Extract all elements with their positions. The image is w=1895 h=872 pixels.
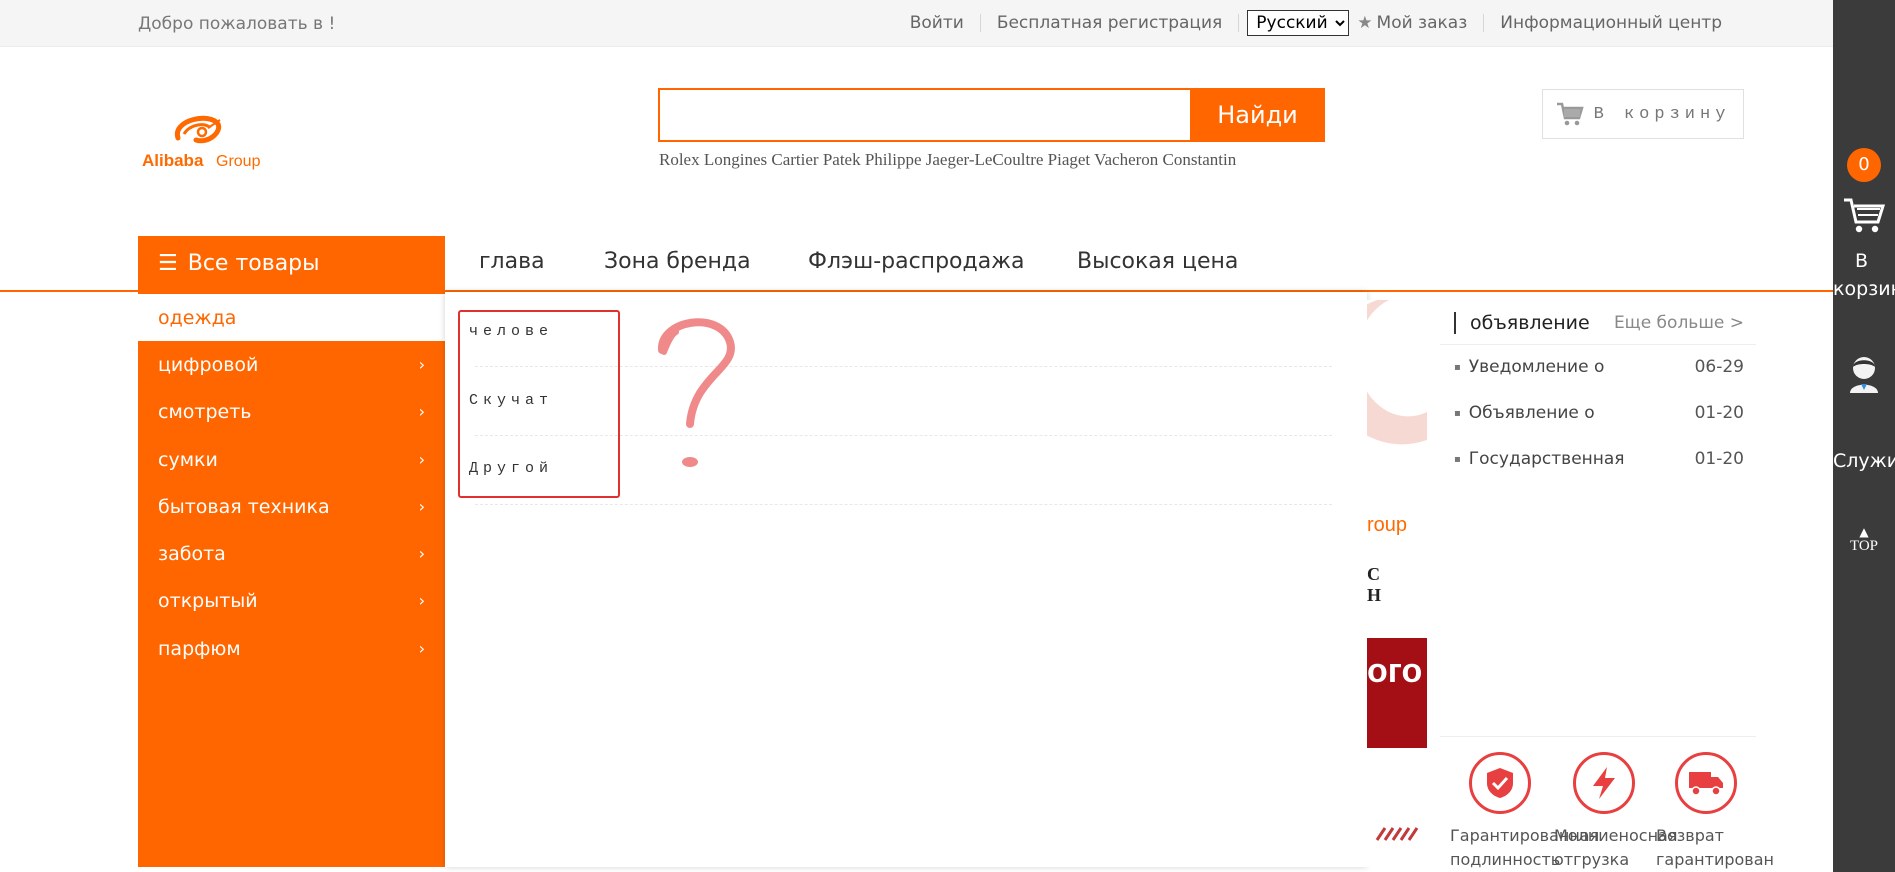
register-link[interactable]: Бесплатная регистрация	[981, 13, 1238, 33]
chevron-right-icon: ›	[418, 591, 425, 610]
top-bar: Добро пожаловать в ! Войти Бесплатная ре…	[0, 0, 1833, 47]
service-label: отгрузка	[1554, 850, 1630, 869]
category-label: одежда	[158, 306, 237, 329]
notice-item-date: 01-20	[1694, 403, 1744, 423]
service-fast-shipping: Молниеносная отгрузка	[1554, 752, 1678, 872]
chevron-right-icon: ›	[418, 497, 425, 516]
cart-icon	[1556, 102, 1584, 126]
my-order-link[interactable]: Мой заказ	[1377, 13, 1484, 33]
service-label: гарантирован	[1656, 850, 1774, 869]
alibaba-logo[interactable]: Alibaba Group	[140, 110, 280, 172]
chevron-right-icon: ›	[418, 402, 425, 421]
category-item-care[interactable]: забота ›	[138, 530, 445, 577]
truck-icon	[1675, 752, 1737, 814]
cart-count-badge: 0	[1847, 148, 1881, 182]
notice-title: объявление	[1454, 312, 1590, 334]
banner-text: roup	[1367, 514, 1408, 536]
chevron-right-icon: ›	[418, 450, 425, 469]
info-center-link[interactable]: Информационный центр	[1484, 13, 1738, 33]
nav-item-home[interactable]: глава	[479, 249, 545, 274]
svg-text:Group: Group	[216, 153, 261, 170]
back-to-top-button[interactable]: ▲ TOP	[1849, 526, 1879, 555]
category-label: цифровой	[158, 353, 259, 376]
category-list: одежда цифровой › смотреть › сумки › быт…	[138, 292, 445, 867]
chevron-right-icon: ›	[418, 639, 425, 658]
all-goods-label: Все товары	[187, 250, 320, 276]
lightning-icon	[1573, 752, 1635, 814]
cart-button-label: В корзину	[1593, 104, 1731, 124]
subcategory-panel: челове Скучат Другой	[445, 292, 1367, 867]
category-label: открытый	[158, 589, 258, 612]
nav-item-high-price[interactable]: Высокая цена	[1077, 249, 1238, 274]
customer-service-icon	[1850, 357, 1878, 393]
sidebar-service-label: Служить	[1833, 450, 1895, 472]
notice-item-date: 01-20	[1694, 449, 1744, 469]
category-label: смотреть	[158, 400, 252, 423]
category-item-digital[interactable]: цифровой ›	[138, 341, 445, 388]
notice-item[interactable]: Государственная 01-20	[1454, 449, 1744, 469]
service-returns: Возврат гарантирован	[1656, 752, 1774, 872]
right-sidebar: 0 В корзину Служить ▲ TOP	[1833, 0, 1895, 872]
back-to-top-label: TOP	[1849, 538, 1879, 554]
service-label: Молниеносная	[1554, 826, 1678, 845]
category-item-bags[interactable]: сумки ›	[138, 436, 445, 483]
sidebar-service-button[interactable]	[1847, 354, 1881, 398]
category-label: сумки	[158, 448, 218, 471]
notice-panel: объявление Еще больше > Уведомление о 06…	[1440, 300, 1774, 869]
search-button[interactable]: Найди	[1190, 88, 1325, 142]
service-authenticity: Гарантированная подлинность	[1450, 752, 1600, 872]
hot-search-words[interactable]: Rolex Longines Cartier Patek Philippe Ja…	[659, 150, 1236, 170]
banner-text: ого	[1367, 652, 1423, 690]
cart-button[interactable]: В корзину	[1542, 89, 1744, 139]
notice-more-link[interactable]: Еще больше >	[1614, 313, 1744, 333]
divider	[1440, 736, 1756, 737]
divider	[1238, 14, 1240, 32]
notice-item[interactable]: Уведомление о 06-29	[1454, 357, 1744, 377]
sidebar-cart-label: корзину	[1833, 278, 1895, 300]
banner-text: С Н	[1367, 564, 1392, 605]
notice-item-text: Уведомление о	[1454, 357, 1605, 377]
category-item-appliances[interactable]: бытовая техника ›	[138, 483, 445, 530]
notice-item-date: 06-29	[1694, 357, 1744, 377]
shield-check-icon	[1469, 752, 1531, 814]
menu-icon: ☰	[158, 250, 178, 276]
notice-item-text: Государственная	[1454, 449, 1625, 469]
star-icon: ★	[1357, 13, 1373, 33]
search-input[interactable]	[658, 88, 1190, 142]
welcome-text: Добро пожаловать в !	[138, 14, 336, 34]
category-item-clothing[interactable]: одежда	[138, 294, 445, 341]
language-select[interactable]: Русский	[1247, 10, 1350, 36]
divider	[475, 504, 1332, 505]
category-label: забота	[158, 542, 226, 565]
service-label: подлинность	[1450, 850, 1561, 869]
category-item-perfume[interactable]: парфюм ›	[138, 625, 445, 672]
divider	[1440, 344, 1756, 345]
nav-item-brand-zone[interactable]: Зона бренда	[604, 249, 751, 274]
question-mark-annotation	[658, 318, 735, 467]
sidebar-cart-button[interactable]	[1842, 196, 1886, 240]
promo-banner[interactable]: roup С Н ого	[1367, 300, 1427, 867]
service-label: Гарантированная	[1450, 826, 1600, 845]
login-link[interactable]: Войти	[894, 13, 980, 33]
notice-item[interactable]: Объявление о 01-20	[1454, 403, 1744, 423]
arrow-up-icon: ▲	[1859, 525, 1869, 539]
notice-header: объявление Еще больше >	[1454, 310, 1744, 336]
all-goods-menu[interactable]: ☰ Все товары	[138, 236, 445, 290]
chevron-right-icon: ›	[418, 544, 425, 563]
notice-item-text: Объявление о	[1454, 403, 1595, 423]
cart-icon	[1844, 198, 1886, 233]
sidebar-cart-label: В	[1855, 250, 1869, 272]
chevron-right-icon: ›	[418, 355, 425, 374]
highlight-box	[458, 310, 620, 498]
top-links: Войти Бесплатная регистрация Русский ★ М…	[894, 10, 1738, 36]
category-item-watches[interactable]: смотреть ›	[138, 388, 445, 435]
category-item-outdoor[interactable]: открытый ›	[138, 577, 445, 624]
nav-item-flash-sale[interactable]: Флэш-распродажа	[808, 249, 1025, 274]
category-label: бытовая техника	[158, 495, 330, 518]
service-label: Возврат	[1656, 826, 1724, 845]
svg-text:Alibaba: Alibaba	[142, 151, 204, 170]
category-label: парфюм	[158, 637, 241, 660]
